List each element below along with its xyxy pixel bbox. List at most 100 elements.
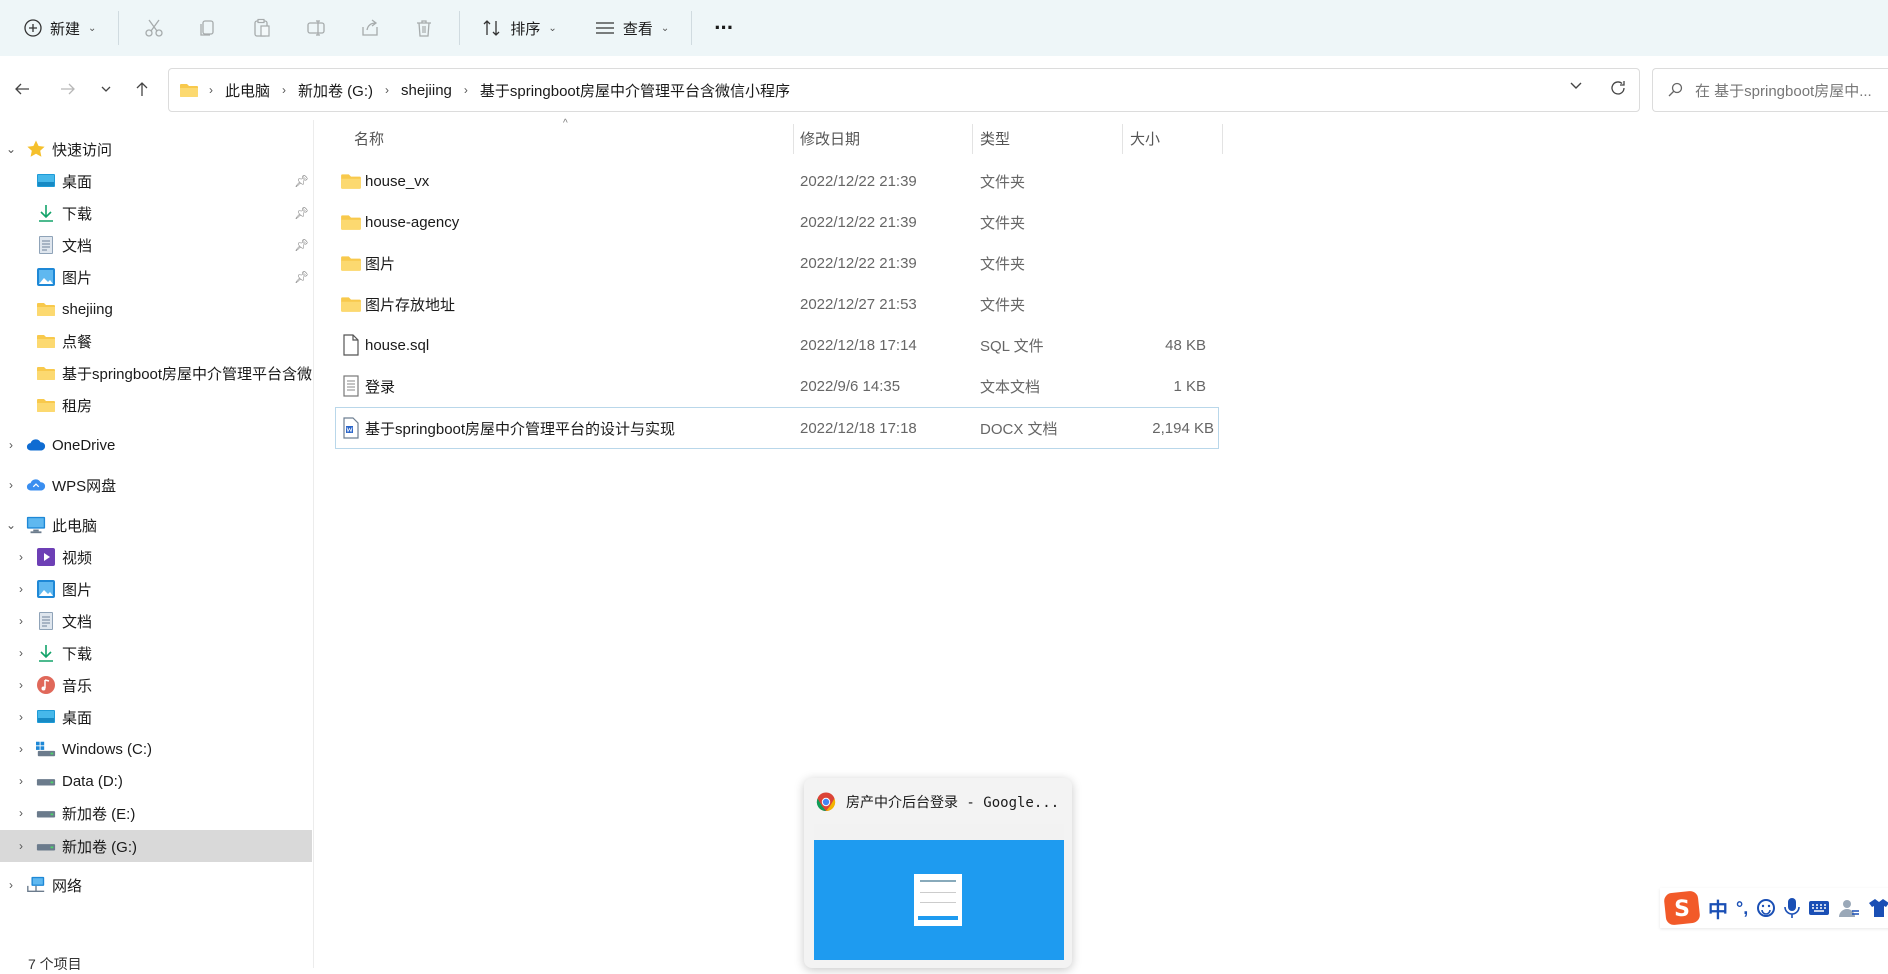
- file-type: SQL 文件: [980, 337, 1044, 355]
- column-header-size[interactable]: 大小: [1130, 120, 1160, 156]
- breadcrumb-drive-g[interactable]: 新加卷 (G:): [298, 80, 373, 101]
- sidebar-item-this-pc[interactable]: ⌄ 此电脑: [0, 509, 312, 541]
- column-divider[interactable]: [793, 124, 794, 154]
- drive-icon: [36, 771, 56, 791]
- recent-locations-button[interactable]: [88, 71, 124, 107]
- file-row[interactable]: house-agency 2022/12/22 21:39 文件夹: [336, 202, 1218, 242]
- chevron-down-icon: ⌄: [88, 22, 97, 34]
- file-type: 文件夹: [980, 214, 1026, 232]
- view-button[interactable]: 查看 ⌄: [581, 8, 683, 48]
- windows-drive-icon: [36, 739, 56, 759]
- sidebar-item-pc-documents[interactable]: › 文档: [0, 605, 312, 637]
- file-row[interactable]: house_vx 2022/12/22 21:39 文件夹: [336, 161, 1218, 201]
- taskbar-window-preview[interactable]: 房产中介后台登录 - Google...: [804, 778, 1072, 968]
- chevron-right-icon: ›: [19, 614, 23, 628]
- address-history-dropdown[interactable]: [1569, 81, 1583, 91]
- microphone-icon[interactable]: [1784, 897, 1801, 919]
- keyboard-icon[interactable]: [1808, 900, 1830, 916]
- folder-icon: [340, 211, 362, 233]
- paste-button[interactable]: [247, 8, 277, 48]
- sidebar-item-downloads[interactable]: 下载 📌︎: [0, 197, 312, 229]
- forward-button[interactable]: [50, 71, 86, 107]
- cut-button[interactable]: [139, 8, 169, 48]
- file-name: 登录: [365, 378, 396, 396]
- sidebar-item-onedrive[interactable]: › OneDrive: [0, 429, 312, 461]
- sidebar-item-drive-e[interactable]: › 新加卷 (E:): [0, 797, 312, 829]
- delete-button[interactable]: [409, 8, 439, 48]
- sidebar-item-shejiing[interactable]: shejiing: [0, 293, 312, 325]
- copy-button[interactable]: [193, 8, 223, 48]
- file-row[interactable]: 图片 2022/12/22 21:39 文件夹: [336, 243, 1218, 283]
- column-divider[interactable]: [1222, 124, 1223, 154]
- sidebar-item-desktop[interactable]: 桌面 📌︎: [0, 165, 312, 197]
- ime-toolbar[interactable]: S 中 °,: [1660, 888, 1888, 928]
- file-row[interactable]: 基于springboot房屋中介管理平台的设计与实现 2022/12/18 17…: [335, 407, 1219, 449]
- sidebar-item-pictures[interactable]: 图片 📌︎: [0, 261, 312, 293]
- folder-icon: [36, 299, 56, 319]
- sidebar-item-diancan[interactable]: 点餐: [0, 325, 312, 357]
- column-header-name[interactable]: 名称: [354, 120, 384, 156]
- pictures-icon: [36, 267, 56, 287]
- sidebar-item-network[interactable]: › 网络: [0, 869, 312, 901]
- sidebar-item-documents[interactable]: 文档 📌︎: [0, 229, 312, 261]
- download-icon: [36, 643, 56, 663]
- rename-button[interactable]: [301, 8, 331, 48]
- column-divider[interactable]: [1122, 124, 1123, 154]
- sidebar-item-label: 新加卷 (G:): [62, 838, 137, 856]
- column-header-date[interactable]: 修改日期: [800, 120, 860, 156]
- chevron-down-icon: ⌄: [660, 22, 670, 34]
- ime-punctuation-toggle[interactable]: °,: [1736, 898, 1748, 919]
- file-date: 2022/12/18 17:14: [800, 336, 917, 354]
- sidebar-item-zufang[interactable]: 租房: [0, 389, 312, 421]
- user-settings-icon[interactable]: [1838, 898, 1860, 918]
- emoji-icon[interactable]: [1756, 898, 1776, 918]
- file-type: 文件夹: [980, 255, 1026, 273]
- ime-mode-toggle[interactable]: 中: [1708, 894, 1728, 923]
- sidebar-item-drive-c[interactable]: › Windows (C:): [0, 733, 312, 765]
- file-date: 2022/12/22 21:39: [800, 172, 917, 190]
- sidebar-item-drive-d[interactable]: › Data (D:): [0, 765, 312, 797]
- folder-icon: [179, 82, 199, 98]
- preview-login-card: [914, 874, 962, 926]
- skin-shirt-icon[interactable]: [1868, 898, 1888, 918]
- docx-icon: [340, 417, 362, 439]
- file-name: house.sql: [365, 336, 430, 354]
- back-button[interactable]: [4, 71, 40, 107]
- chevron-right-icon: ›: [19, 806, 23, 820]
- sidebar-item-quick-access[interactable]: ⌄ 快速访问: [0, 133, 312, 165]
- text-file-icon: [340, 375, 362, 397]
- file-icon: [340, 334, 362, 356]
- search-box[interactable]: 在 基于springboot房屋中...: [1652, 68, 1888, 112]
- pin-icon: 📌︎: [294, 238, 310, 252]
- more-options-button[interactable]: ···: [700, 8, 747, 48]
- sidebar-item-wps[interactable]: › WPS网盘: [0, 469, 312, 501]
- breadcrumb-this-pc[interactable]: 此电脑: [225, 80, 270, 101]
- sidebar-item-pc-downloads[interactable]: › 下载: [0, 637, 312, 669]
- file-row[interactable]: 登录 2022/9/6 14:35 文本文档 1 KB: [336, 366, 1218, 406]
- address-bar[interactable]: › 此电脑 › 新加卷 (G:) › shejiing › 基于springbo…: [168, 68, 1640, 112]
- chevron-right-icon: ›: [19, 710, 23, 724]
- up-button[interactable]: [124, 71, 160, 107]
- column-divider[interactable]: [972, 124, 973, 154]
- file-row[interactable]: 图片存放地址 2022/12/27 21:53 文件夹: [336, 284, 1218, 324]
- chevron-down-icon: ⌄: [5, 142, 17, 156]
- sidebar-item-music[interactable]: › 音乐: [0, 669, 312, 701]
- sidebar-item-label: 图片: [62, 269, 93, 287]
- column-header-type[interactable]: 类型: [980, 120, 1010, 156]
- arrow-left-icon: [15, 83, 29, 95]
- document-icon: [36, 235, 56, 255]
- breadcrumb-shejiing[interactable]: shejiing: [401, 82, 452, 99]
- sidebar-item-pc-desktop[interactable]: › 桌面: [0, 701, 312, 733]
- share-button[interactable]: [355, 8, 385, 48]
- sidebar-item-videos[interactable]: › 视频: [0, 541, 312, 573]
- drive-icon: [36, 803, 56, 823]
- refresh-button[interactable]: [1609, 79, 1627, 97]
- sidebar-item-pc-pictures[interactable]: › 图片: [0, 573, 312, 605]
- sort-button[interactable]: 排序 ⌄: [468, 8, 570, 48]
- file-date: 2022/12/22 21:39: [800, 213, 917, 231]
- sidebar-item-drive-g[interactable]: › 新加卷 (G:): [0, 830, 312, 862]
- sidebar-item-project-folder[interactable]: 基于springboot房屋中介管理平台含微: [0, 357, 312, 389]
- file-row[interactable]: house.sql 2022/12/18 17:14 SQL 文件 48 KB: [336, 325, 1218, 365]
- new-button[interactable]: 新建 ⌄: [10, 8, 110, 48]
- breadcrumb-current-folder[interactable]: 基于springboot房屋中介管理平台含微信小程序: [480, 80, 790, 101]
